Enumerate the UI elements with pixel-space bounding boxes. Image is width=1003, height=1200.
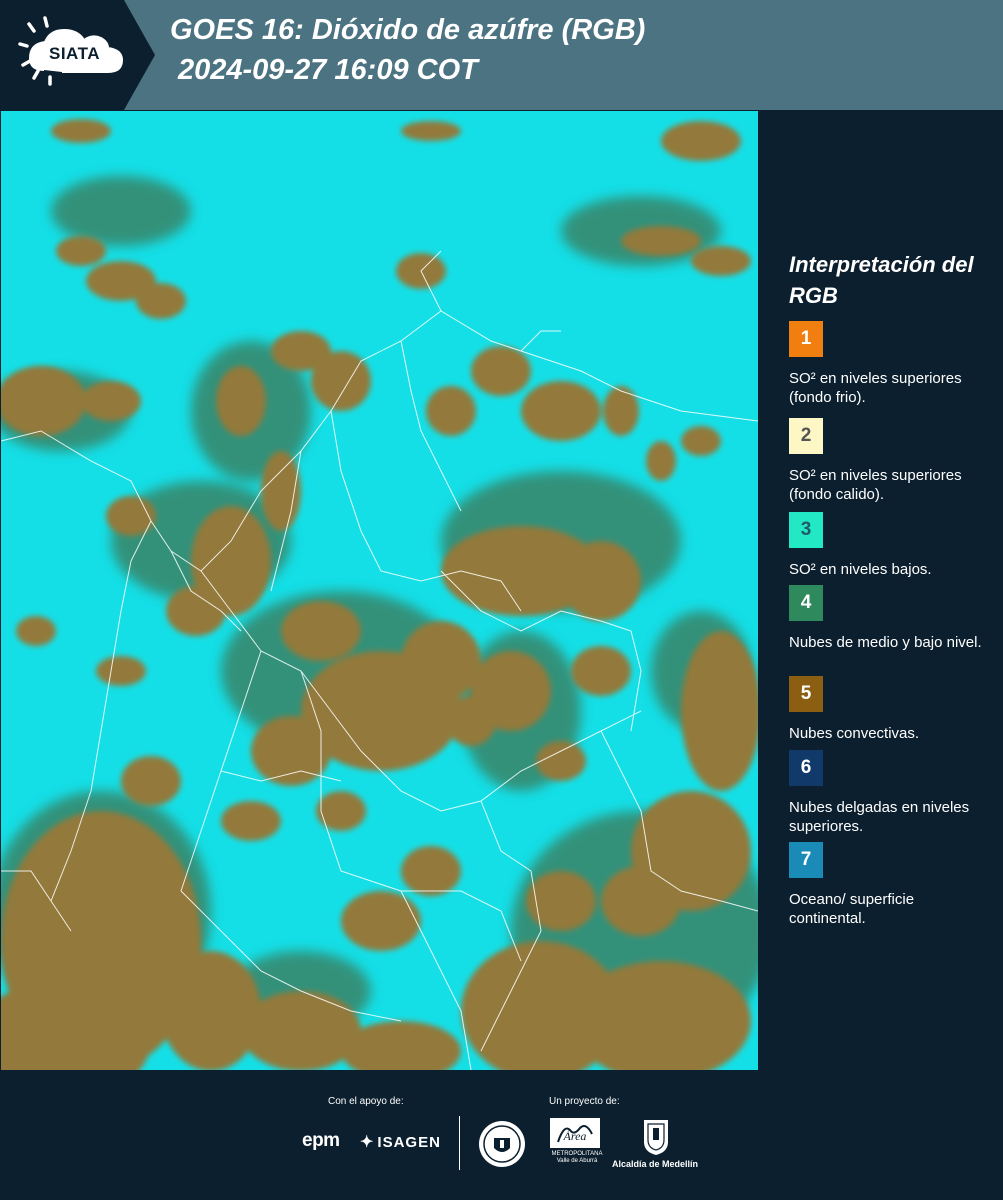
legend-label-4: Nubes de medio y bajo nivel. (789, 634, 982, 651)
legend-label-2: SO² en niveles superiores (fondo calido)… (789, 467, 962, 503)
siata-logo[interactable]: SIATA (0, 0, 155, 110)
area-logo-caption: METROPOLITANA Valle de Aburrá (551, 1151, 603, 1164)
support-label: Con el apoyo de: (328, 1096, 404, 1107)
legend-item-4: 4 Nubes de medio y bajo nivel. (789, 585, 989, 652)
satellite-map[interactable] (1, 111, 758, 1070)
legend-label-7: Oceano/ superficie continental. (789, 891, 915, 927)
logo-text: SIATA (49, 44, 100, 63)
alcaldia-shield-icon[interactable] (642, 1118, 670, 1156)
legend-title: Interpretación del RGB (789, 252, 974, 308)
legend-label-1: SO² en niveles superiores (fondo frio). (789, 370, 962, 406)
legend-panel: Interpretación del RGB 1 SO² en niveles … (762, 111, 1003, 1070)
legend-swatch-3: 3 (789, 512, 823, 548)
legend-swatch-1: 1 (789, 321, 823, 357)
project-label: Un proyecto de: (549, 1096, 620, 1107)
legend-label-3: SO² en niveles bajos. (789, 561, 932, 578)
footer-divider (459, 1116, 460, 1170)
legend-swatch-5: 5 (789, 676, 823, 712)
svg-text:Área: Área (563, 1129, 587, 1143)
isagen-mark-icon: ✦ (360, 1134, 375, 1151)
legend-label-6: Nubes delgadas en niveles superiores. (789, 799, 970, 835)
seal-logo-icon[interactable] (478, 1120, 526, 1168)
legend-swatch-2: 2 (789, 418, 823, 454)
legend-item-1: 1 SO² en niveles superiores (fondo frio)… (789, 321, 989, 407)
isagen-logo[interactable]: ✦ ISAGEN (360, 1132, 441, 1152)
alcaldia-label: Alcaldía de Medellín (612, 1159, 699, 1169)
header-bar: SIATA GOES 16: Dióxido de azúfre (RGB) 2… (0, 0, 1003, 110)
legend-item-3: 3 SO² en niveles bajos. (789, 512, 989, 579)
legend-swatch-6: 6 (789, 750, 823, 786)
legend-swatch-4: 4 (789, 585, 823, 621)
timestamp: 2024-09-27 16:09 COT (178, 54, 478, 86)
footer: Con el apoyo de: Un proyecto de: epm ✦ IS… (0, 1070, 1003, 1200)
satellite-image (1, 111, 758, 1070)
legend-item-6: 6 Nubes delgadas en niveles superiores. (789, 750, 989, 836)
page-title: GOES 16: Dióxido de azúfre (RGB) (170, 14, 646, 46)
epm-logo[interactable]: epm (302, 1130, 340, 1152)
legend-item-5: 5 Nubes convectivas. (789, 676, 989, 743)
legend-swatch-7: 7 (789, 842, 823, 878)
legend-label-5: Nubes convectivas. (789, 725, 920, 742)
legend-item-7: 7 Oceano/ superficie continental. (789, 842, 989, 928)
legend-item-2: 2 SO² en niveles superiores (fondo calid… (789, 418, 989, 504)
